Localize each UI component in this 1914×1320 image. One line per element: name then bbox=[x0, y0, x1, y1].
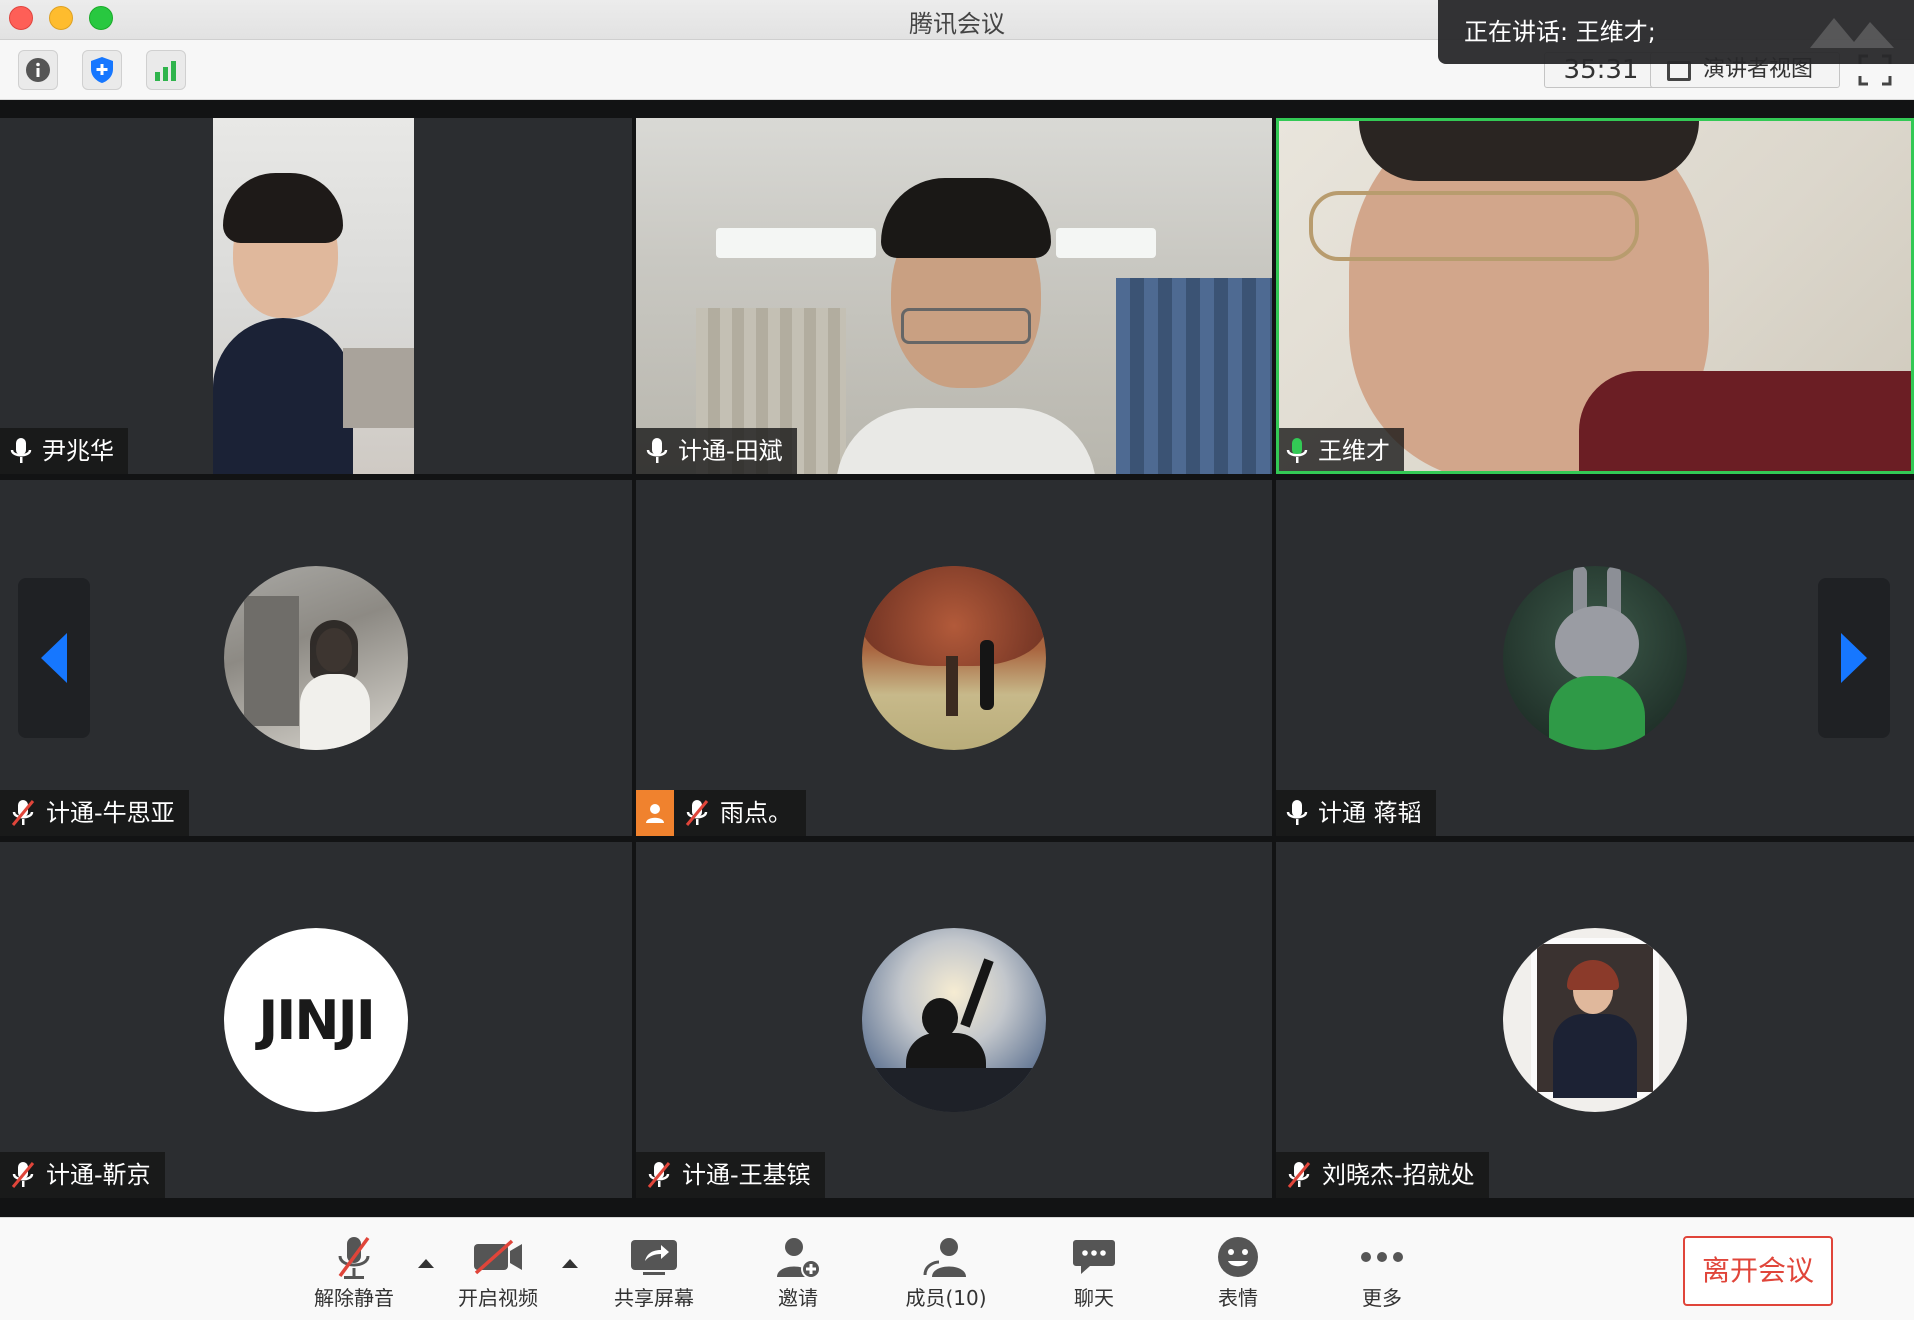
more-dots-icon bbox=[1322, 1232, 1442, 1282]
video-tile[interactable]: 雨点。 bbox=[636, 480, 1272, 836]
more-button[interactable]: 更多 bbox=[1322, 1232, 1442, 1311]
unmute-label: 解除静音 bbox=[314, 1286, 394, 1310]
participant-name: 计通 蒋韬 bbox=[1318, 799, 1422, 827]
muted-microphone-icon bbox=[1287, 1162, 1311, 1188]
chevron-right-icon bbox=[1841, 633, 1867, 683]
previous-page-button[interactable] bbox=[18, 578, 90, 738]
meeting-window: 腾讯会议 35:31 演讲者视图 正在讲话: 王维才; 尹兆华 计通-田斌 王维… bbox=[0, 0, 1914, 1320]
microphone-icon bbox=[1286, 800, 1308, 825]
share-screen-label: 共享屏幕 bbox=[614, 1286, 694, 1310]
muted-microphone-icon bbox=[647, 1162, 671, 1188]
layout-icon bbox=[1667, 61, 1691, 81]
participant-name: 计通-田斌 bbox=[678, 437, 783, 465]
chat-label: 聊天 bbox=[1074, 1286, 1114, 1310]
microphone-icon bbox=[10, 438, 32, 463]
video-tile[interactable]: 计通-田斌 bbox=[636, 118, 1272, 474]
speaking-text: 正在讲话: 王维才; bbox=[1464, 18, 1656, 46]
muted-microphone-icon bbox=[685, 800, 709, 826]
leave-meeting-button[interactable]: 离开会议 bbox=[1683, 1236, 1833, 1306]
participant-name: 计通-牛思亚 bbox=[46, 799, 175, 827]
invite-user-icon bbox=[738, 1232, 858, 1282]
start-video-label: 开启视频 bbox=[458, 1286, 538, 1310]
avatar-logo-text: JINJI bbox=[258, 988, 376, 1052]
participant-video bbox=[636, 118, 1272, 474]
chat-bubble-icon bbox=[1034, 1232, 1154, 1282]
participant-label: 计通-王基镔 bbox=[636, 1152, 825, 1198]
microphone-icon bbox=[646, 438, 668, 463]
meeting-info-icon[interactable] bbox=[18, 50, 58, 90]
video-tile[interactable]: 刘晓杰-招就处 bbox=[1276, 842, 1914, 1198]
members-button[interactable]: 成员(10) bbox=[886, 1232, 1006, 1311]
participant-label: 计通-牛思亚 bbox=[0, 790, 189, 836]
participant-name: 雨点。 bbox=[720, 799, 792, 827]
invite-button[interactable]: 邀请 bbox=[738, 1232, 858, 1311]
chevron-left-icon bbox=[41, 633, 67, 683]
participant-name: 王维才 bbox=[1318, 437, 1390, 465]
participant-video bbox=[1279, 121, 1911, 471]
reactions-button[interactable]: 表情 bbox=[1178, 1232, 1298, 1311]
more-label: 更多 bbox=[1362, 1286, 1402, 1310]
participant-name: 尹兆华 bbox=[42, 437, 114, 465]
participant-label: 计通-靳京 bbox=[0, 1152, 165, 1198]
muted-microphone-icon bbox=[294, 1232, 414, 1282]
participant-name: 刘晓杰-招就处 bbox=[1322, 1161, 1475, 1189]
participant-avatar bbox=[862, 928, 1046, 1112]
bottom-control-bar: 解除静音 开启视频 共享屏幕 邀请 成员(10) 聊天 表情 更多 离开会议 bbox=[0, 1217, 1914, 1320]
active-speaker-tile[interactable]: 王维才 bbox=[1276, 118, 1914, 474]
video-tile[interactable]: JINJI 计通-靳京 bbox=[0, 842, 632, 1198]
speaking-microphone-icon bbox=[1286, 438, 1308, 463]
participant-label: 刘晓杰-招就处 bbox=[1276, 1152, 1489, 1198]
participant-avatar: JINJI bbox=[224, 928, 408, 1112]
next-page-button[interactable] bbox=[1818, 578, 1890, 738]
speaking-indicator: 正在讲话: 王维才; bbox=[1438, 0, 1914, 64]
network-signal-icon[interactable] bbox=[146, 50, 186, 90]
participant-label: 王维才 bbox=[1279, 428, 1404, 471]
participant-label: 雨点。 bbox=[636, 790, 806, 836]
participant-name: 计通-靳京 bbox=[46, 1161, 151, 1189]
invite-label: 邀请 bbox=[778, 1286, 818, 1310]
participant-name: 计通-王基镔 bbox=[682, 1161, 811, 1189]
unmute-button[interactable]: 解除静音 bbox=[294, 1232, 414, 1311]
muted-microphone-icon bbox=[11, 1162, 35, 1188]
muted-microphone-icon bbox=[11, 800, 35, 826]
host-badge-icon bbox=[636, 790, 674, 836]
members-icon bbox=[886, 1232, 1006, 1282]
video-tile[interactable]: 计通-王基镔 bbox=[636, 842, 1272, 1198]
video-tile[interactable]: 尹兆华 bbox=[0, 118, 632, 474]
participant-label: 计通 蒋韬 bbox=[1276, 790, 1436, 836]
emoji-icon bbox=[1178, 1232, 1298, 1282]
start-video-button[interactable]: 开启视频 bbox=[438, 1232, 558, 1311]
participant-avatar bbox=[1503, 928, 1687, 1112]
video-tile[interactable]: 计通-牛思亚 bbox=[0, 480, 632, 836]
chat-button[interactable]: 聊天 bbox=[1034, 1232, 1154, 1311]
members-label: 成员(10) bbox=[905, 1286, 987, 1310]
security-shield-icon[interactable] bbox=[82, 50, 122, 90]
participant-avatar bbox=[862, 566, 1046, 750]
participant-label: 尹兆华 bbox=[0, 428, 128, 474]
participant-video bbox=[213, 118, 414, 474]
video-options-caret-icon[interactable] bbox=[560, 1254, 580, 1274]
share-screen-button[interactable]: 共享屏幕 bbox=[594, 1232, 714, 1311]
share-screen-icon bbox=[594, 1232, 714, 1282]
video-grid: 尹兆华 计通-田斌 王维才 计通-牛思亚 雨点。 计通 蒋韬 JINJI 计通-… bbox=[0, 100, 1914, 1217]
app-watermark-icon bbox=[1810, 18, 1894, 48]
participant-avatar bbox=[224, 566, 408, 750]
video-off-icon bbox=[438, 1232, 558, 1282]
audio-options-caret-icon[interactable] bbox=[416, 1254, 436, 1274]
reactions-label: 表情 bbox=[1218, 1286, 1258, 1310]
participant-label: 计通-田斌 bbox=[636, 428, 797, 474]
participant-avatar bbox=[1503, 566, 1687, 750]
